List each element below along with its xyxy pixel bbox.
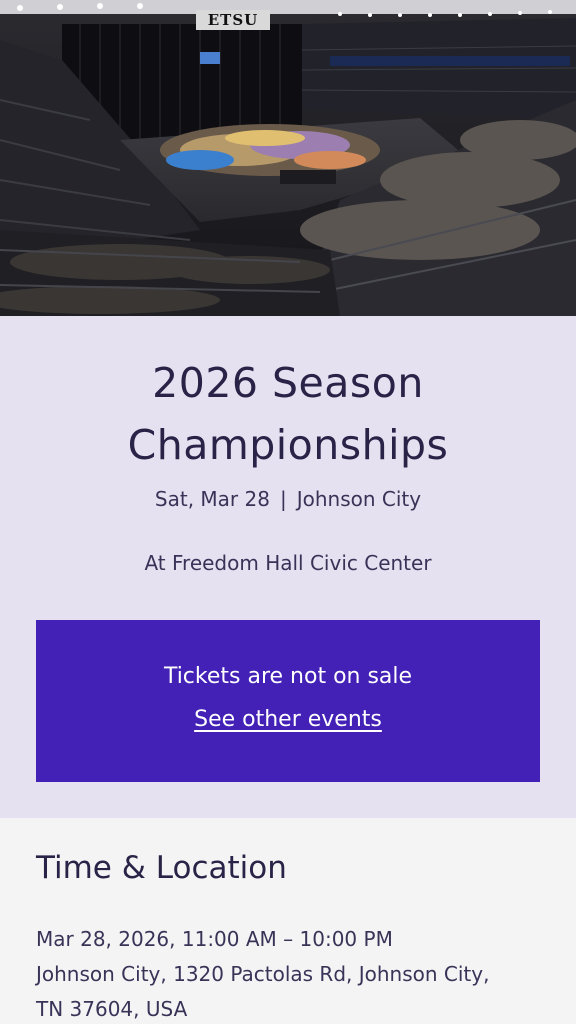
event-date: Sat, Mar 28 <box>154 487 270 511</box>
event-title-line1: 2026 Season <box>152 359 424 407</box>
address-line1: Johnson City, 1320 Pactolas Rd, Johnson … <box>36 962 490 986</box>
event-venue: At Freedom Hall Civic Center <box>144 551 432 575</box>
ticket-status-text: Tickets are not on sale <box>163 664 413 689</box>
see-other-events-link[interactable]: See other events <box>36 705 540 735</box>
ticket-status-box: Tickets are not on sale See other events <box>36 620 540 782</box>
event-city: Johnson City <box>296 487 422 511</box>
hero-image: ETSU <box>0 0 576 316</box>
time-location-heading: Time & Location <box>36 850 287 886</box>
meta-separator: | <box>279 487 287 511</box>
event-datetime: Mar 28, 2026, 11:00 AM – 10:00 PM <box>36 927 393 951</box>
time-location-section: Time & Location Mar 28, 2026, 11:00 AM –… <box>0 818 576 1024</box>
event-date-location: Sat, Mar 28 | Johnson City <box>40 484 536 514</box>
event-title-line2: Championships <box>127 421 449 469</box>
etsu-sign: ETSU <box>196 10 270 30</box>
event-panel: 2026 Season Championships Sat, Mar 28 | Jo… <box>0 316 576 818</box>
address-line2: TN 37604, USA <box>36 997 188 1021</box>
arena-illustration <box>0 0 576 316</box>
event-address: Johnson City, 1320 Pactolas Rd, Johnson … <box>36 957 540 1024</box>
event-title: 2026 Season Championships <box>40 352 536 476</box>
